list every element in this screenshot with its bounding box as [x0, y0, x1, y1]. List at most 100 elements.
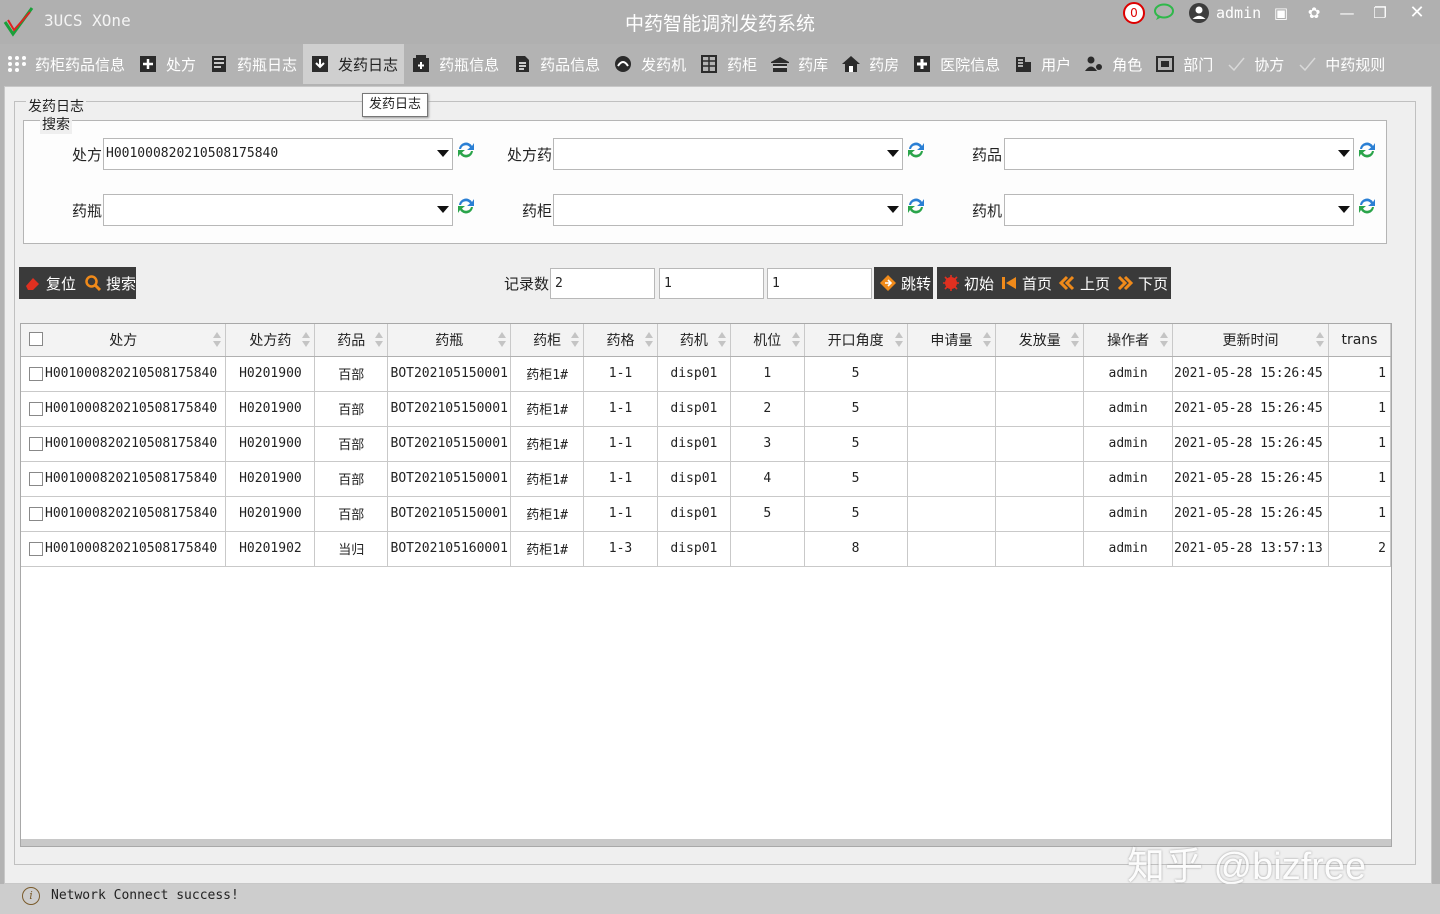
menu-item-4[interactable]: 药瓶信息 [404, 44, 505, 84]
refresh-prescription-icon[interactable] [455, 139, 477, 161]
table-row[interactable]: H00100082021050817584​0 H0201900 百部 BOT2021… [21, 496, 1391, 532]
menu-item-12[interactable]: 角色 [1077, 44, 1148, 84]
page-total-field[interactable]: 1 [767, 268, 872, 299]
user-avatar-icon[interactable] [1188, 2, 1210, 24]
column-header[interactable]: 机位 [730, 324, 805, 357]
notification-badge[interactable]: 0 [1123, 2, 1145, 24]
select-all-checkbox[interactable] [29, 332, 43, 346]
search-icon[interactable] [84, 274, 102, 292]
close-icon[interactable]: ✕ [1402, 2, 1432, 24]
sort-arrows-icon[interactable] [983, 332, 992, 348]
init-icon[interactable] [942, 274, 960, 292]
menu-item-15[interactable]: 中药规则 [1290, 44, 1391, 84]
menu-item-2[interactable]: 药瓶日志 [202, 44, 303, 84]
cabinet-combo[interactable] [553, 194, 903, 226]
sort-arrows-icon[interactable] [498, 332, 507, 348]
first-page-button[interactable]: 首页 [1022, 273, 1052, 294]
row-checkbox[interactable] [29, 541, 43, 556]
user-name[interactable]: admin [1216, 4, 1262, 22]
menu-item-3[interactable]: 发药日志 [303, 44, 405, 84]
column-header[interactable]: 药品 [314, 324, 389, 357]
sort-arrows-icon[interactable] [571, 332, 580, 348]
maximize-icon[interactable]: ❐ [1365, 2, 1395, 24]
sort-arrows-icon[interactable] [1160, 332, 1168, 348]
menu-item-6[interactable]: 发药机 [606, 44, 692, 84]
machine-combo[interactable] [1004, 194, 1354, 226]
chevron-down-icon[interactable] [437, 150, 449, 157]
record-count-field[interactable]: 2 [550, 268, 655, 299]
menu-item-5[interactable]: 药品信息 [505, 44, 606, 84]
minimize-icon[interactable]: — [1332, 2, 1362, 24]
row-checkbox[interactable] [29, 506, 43, 521]
column-header[interactable]: trans [1328, 324, 1391, 357]
chevron-down-icon[interactable] [887, 150, 899, 157]
menu-item-1[interactable]: 处方 [131, 44, 202, 84]
row-checkbox[interactable] [29, 436, 43, 451]
row-checkbox[interactable] [29, 366, 43, 381]
row-checkbox[interactable] [29, 471, 43, 486]
refresh-cabinet-icon[interactable] [905, 195, 927, 217]
table-cell: 2021-05-28 13:57:13 [1172, 531, 1329, 567]
column-header[interactable]: 药机 [657, 324, 731, 357]
menu-item-10[interactable]: 医院信息 [905, 44, 1006, 84]
prescription-combo[interactable]: H0010008202105081758​40 [103, 138, 453, 170]
menu-item-7[interactable]: 药柜 [692, 44, 763, 84]
column-header[interactable]: 药瓶 [387, 324, 512, 357]
refresh-machine-icon[interactable] [1356, 195, 1378, 217]
refresh-drug-icon[interactable] [1356, 139, 1378, 161]
menu-item-14[interactable]: 协方 [1219, 44, 1290, 84]
sort-arrows-icon[interactable] [791, 332, 800, 348]
drug-combo[interactable] [1004, 138, 1354, 170]
column-header[interactable]: 操作者 [1083, 324, 1173, 357]
next-page-icon[interactable] [1116, 274, 1134, 292]
prescription-drug-combo[interactable] [553, 138, 903, 170]
column-header[interactable]: 处方 [21, 324, 227, 357]
menu-item-13[interactable]: 部门 [1148, 44, 1219, 84]
page-current-field[interactable]: 1 [659, 268, 764, 299]
jump-button[interactable]: 跳转 [874, 267, 933, 299]
sort-arrows-icon[interactable] [1071, 332, 1080, 348]
column-header[interactable]: 药格 [583, 324, 658, 357]
eraser-icon[interactable] [24, 274, 42, 292]
chevron-down-icon[interactable] [437, 206, 449, 213]
search-button[interactable]: 搜索 [106, 273, 136, 294]
first-page-icon[interactable] [1000, 274, 1018, 292]
refresh-bottle-icon[interactable] [455, 195, 477, 217]
table-row[interactable]: H00100082021050817584​0 H0201900 百部 BOT2021… [21, 356, 1391, 392]
table-row[interactable]: H00100082021050817584​0 H0201902 当归 BOT2021… [21, 531, 1391, 567]
column-header[interactable]: 处方药 [225, 324, 316, 357]
column-header[interactable]: 发放量 [995, 324, 1085, 357]
menu-item-0[interactable]: 药柜药品信息 [0, 44, 131, 84]
sort-arrows-icon[interactable] [302, 332, 311, 348]
prev-page-button[interactable]: 上页 [1080, 273, 1110, 294]
column-header[interactable]: 申请量 [907, 324, 997, 357]
column-header[interactable]: 药柜 [510, 324, 585, 357]
menu-item-8[interactable]: 药库 [763, 44, 834, 84]
prev-page-icon[interactable] [1058, 274, 1076, 292]
table-row[interactable]: H00100082021050817584​0 H0201900 百部 BOT2021… [21, 391, 1391, 427]
message-icon[interactable] [1153, 3, 1175, 21]
menu-item-11[interactable]: 用户 [1006, 44, 1077, 84]
sort-arrows-icon[interactable] [717, 332, 726, 348]
table-row[interactable]: H00100082021050817584​0 H0201900 百部 BOT2021… [21, 461, 1391, 497]
sort-arrows-icon[interactable] [1315, 332, 1324, 348]
reset-button[interactable]: 复位 [46, 273, 76, 294]
chevron-down-icon[interactable] [1338, 206, 1350, 213]
column-header[interactable]: 开口角度 [804, 324, 908, 357]
refresh-prescription-drug-icon[interactable] [905, 139, 927, 161]
row-checkbox[interactable] [29, 401, 43, 416]
restore-layout-icon[interactable]: ▣ [1266, 2, 1296, 24]
chevron-down-icon[interactable] [887, 206, 899, 213]
sort-arrows-icon[interactable] [213, 332, 222, 348]
skin-icon[interactable]: ✿ [1299, 2, 1329, 24]
column-header[interactable]: 更新时间 [1172, 324, 1329, 357]
next-page-button[interactable]: 下页 [1138, 273, 1168, 294]
sort-arrows-icon[interactable] [644, 332, 653, 348]
sort-arrows-icon[interactable] [375, 332, 384, 348]
init-button[interactable]: 初始 [964, 273, 994, 294]
menu-item-9[interactable]: 药房 [834, 44, 905, 84]
table-row[interactable]: H00100082021050817584​0 H0201900 百部 BOT2021… [21, 426, 1391, 462]
sort-arrows-icon[interactable] [894, 332, 903, 348]
bottle-combo[interactable] [103, 194, 453, 226]
chevron-down-icon[interactable] [1338, 150, 1350, 157]
